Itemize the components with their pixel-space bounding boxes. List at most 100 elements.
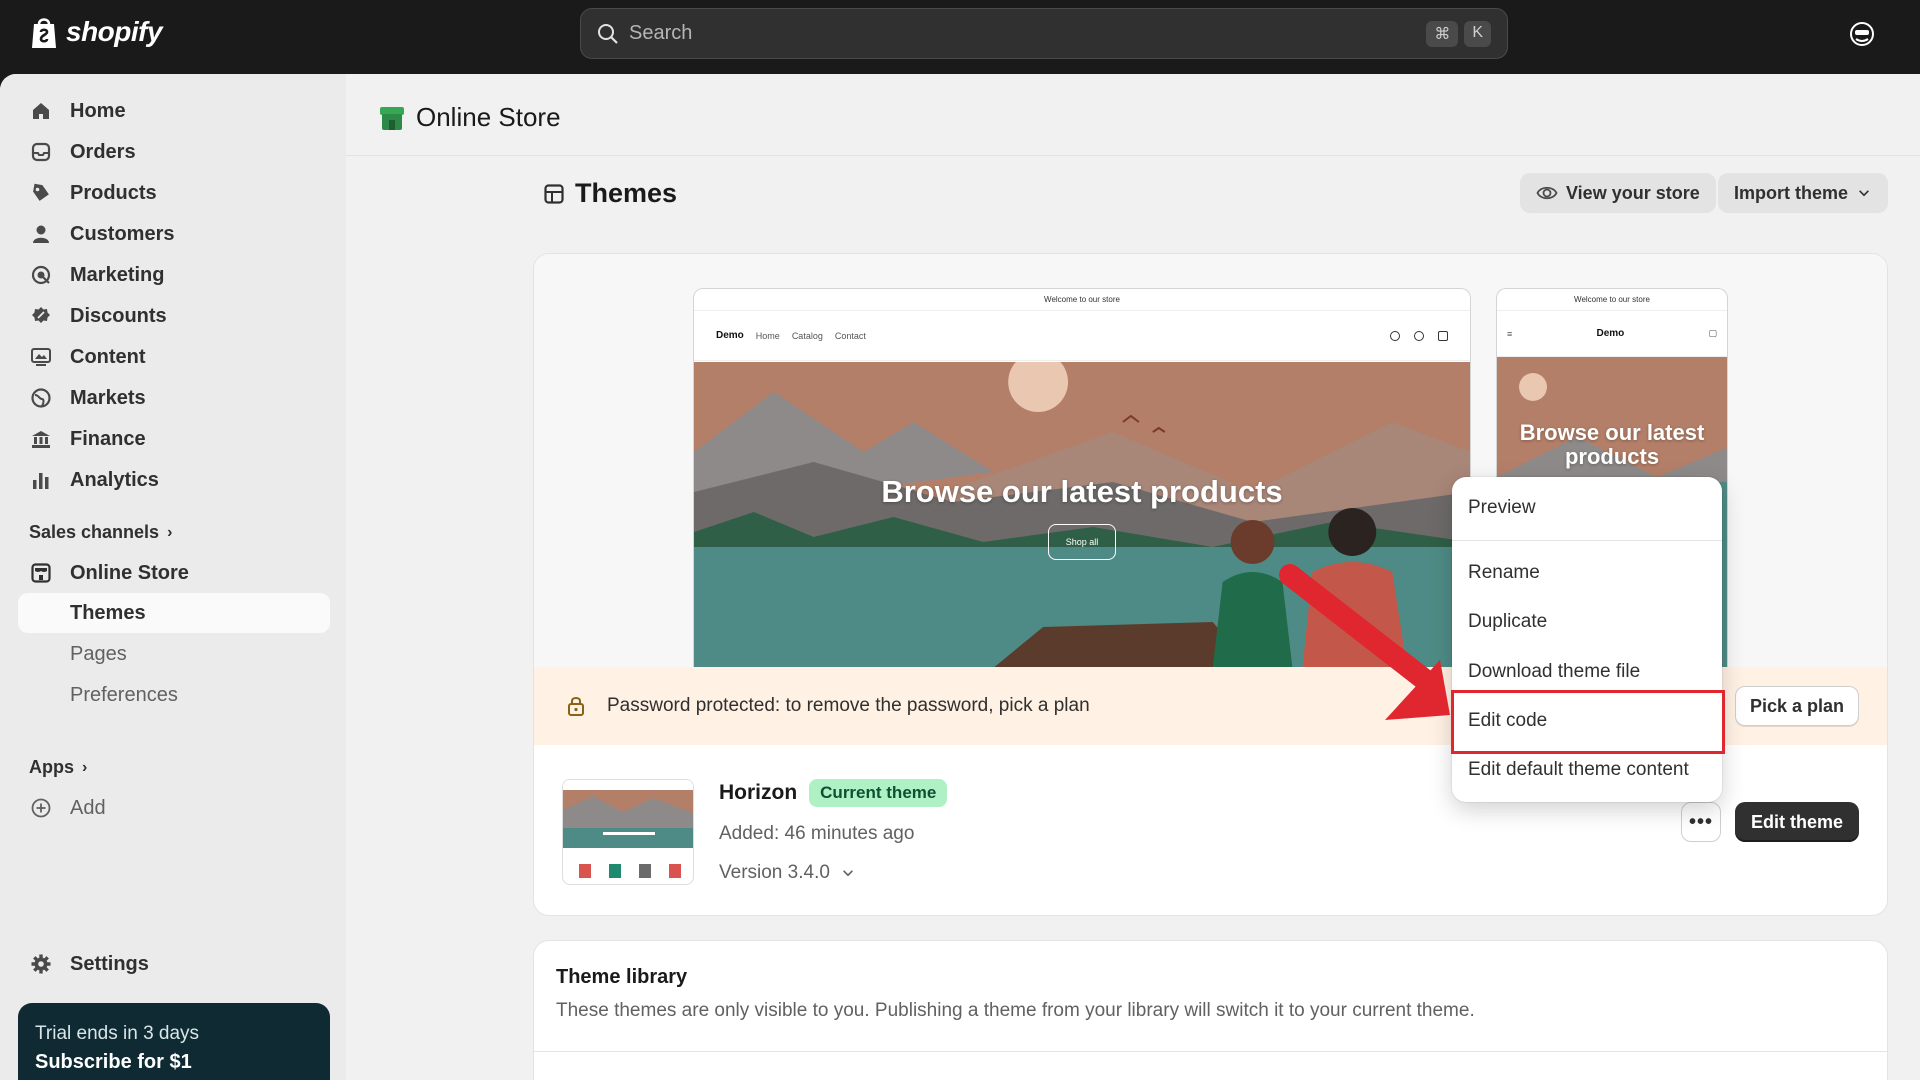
- target-icon: [31, 265, 51, 285]
- theme-icon: [544, 183, 564, 204]
- preview-hero-text: Browse our latest products: [881, 474, 1283, 509]
- thumbnail-illustration: [563, 780, 693, 878]
- sidebar-item-label: Online Store: [70, 561, 189, 584]
- cart-icon: [1438, 330, 1448, 341]
- preview-nav-catalog: Catalog: [791, 330, 823, 341]
- brand-name: shopify: [66, 16, 163, 47]
- sidebar-item-customers[interactable]: Customers: [18, 214, 330, 254]
- sidebar-item-markets[interactable]: Markets: [18, 378, 330, 418]
- theme-library-subtitle: These themes are only visible to you. Pu…: [556, 1000, 1475, 1021]
- sidebar-item-finance[interactable]: Finance: [18, 419, 330, 459]
- shopify-logo[interactable]: shopify: [28, 14, 163, 50]
- preview-brand: Demo: [716, 330, 744, 341]
- theme-version: Version 3.4.0: [719, 862, 830, 883]
- menu-item-download-theme[interactable]: Download theme file: [1452, 650, 1722, 694]
- themes-title-text: Themes: [575, 178, 678, 208]
- menu-item-edit-default-content[interactable]: Edit default theme content: [1452, 748, 1722, 792]
- sidebar-subitem-label: Pages: [70, 642, 127, 665]
- page-title: Online Store: [378, 102, 561, 133]
- bank-icon: [32, 431, 50, 448]
- sidebar-item-marketing[interactable]: Marketing: [18, 255, 330, 295]
- sidebar-subitem-label: Preferences: [70, 683, 178, 706]
- bar-chart-icon: [33, 473, 49, 489]
- home-icon: [33, 103, 49, 119]
- sidebar-subitem-preferences[interactable]: Preferences: [18, 675, 330, 715]
- password-banner-text: Password protected: to remove the passwo…: [607, 695, 1090, 716]
- chevron-right-icon: ›: [167, 523, 173, 541]
- sidebar-item-analytics[interactable]: Analytics: [18, 460, 330, 500]
- sidebar-item-settings[interactable]: Settings: [18, 944, 330, 984]
- search-placeholder: Search: [629, 22, 693, 44]
- menu-icon: ≡: [1507, 328, 1513, 339]
- sidebar-subitem-themes[interactable]: Themes: [18, 593, 330, 633]
- preview-nav-home: Home: [755, 330, 780, 341]
- divider: [533, 1051, 1887, 1052]
- sidebar-item-label: Finance: [70, 427, 146, 450]
- theme-version-selector[interactable]: Version 3.4.0: [719, 862, 856, 884]
- preview-nav-icons: [1390, 330, 1448, 341]
- preview-shop-all-button: Shop all: [1048, 524, 1116, 560]
- themes-title: Themes: [543, 178, 677, 209]
- menu-item-preview[interactable]: Preview: [1452, 486, 1722, 530]
- more-actions-button[interactable]: •••: [1681, 802, 1721, 842]
- content-icon: [31, 348, 51, 366]
- sales-channels-label: Sales channels: [29, 522, 160, 542]
- current-theme-badge: Current theme: [809, 779, 948, 807]
- menu-item-duplicate[interactable]: Duplicate: [1452, 600, 1722, 644]
- sidebar-item-label: Customers: [70, 222, 175, 245]
- store-avatar-icon[interactable]: [1848, 20, 1876, 48]
- apps-header[interactable]: Apps ›: [29, 757, 87, 778]
- edit-code-highlight: [1451, 690, 1725, 754]
- chevron-down-icon: [1859, 190, 1869, 197]
- sidebar-item-content[interactable]: Content: [18, 337, 330, 377]
- menu-separator: [1452, 540, 1722, 541]
- sidebar-item-orders[interactable]: Orders: [18, 132, 330, 172]
- menu-item-rename[interactable]: Rename: [1452, 551, 1722, 595]
- mobile-preview-brand: Demo: [1596, 328, 1625, 339]
- preview-nav: Demo Home Catalog Contact: [694, 311, 1470, 361]
- sidebar-item-label: Analytics: [70, 468, 159, 491]
- sidebar-item-label: Home: [70, 99, 126, 122]
- page-header: Online Store: [346, 74, 1920, 156]
- search-shortcut: ⌘ K: [1426, 20, 1491, 47]
- search-icon: [1390, 330, 1400, 341]
- trial-text: Trial ends in 3 days: [35, 1023, 200, 1044]
- discount-icon: [32, 307, 50, 323]
- sidebar-subitem-pages[interactable]: Pages: [18, 634, 330, 674]
- edit-theme-button[interactable]: Edit theme: [1735, 802, 1859, 842]
- plus-circle-icon: [31, 798, 51, 818]
- trial-banner[interactable]: Trial ends in 3 days Subscribe for $1: [18, 1003, 330, 1080]
- eye-icon: [1536, 186, 1558, 200]
- pick-plan-button[interactable]: Pick a plan: [1735, 686, 1859, 726]
- sidebar-subitem-label: Themes: [70, 601, 146, 624]
- sidebar-item-label: Markets: [70, 386, 146, 409]
- theme-thumbnail[interactable]: [562, 779, 694, 885]
- chevron-right-icon: ›: [82, 758, 88, 776]
- view-store-button[interactable]: View your store: [1520, 173, 1716, 213]
- top-bar: shopify Search ⌘ K: [0, 0, 1920, 74]
- preview-nav-contact: Contact: [834, 330, 866, 341]
- import-theme-button[interactable]: Import theme: [1718, 173, 1889, 213]
- sidebar-item-label: Settings: [70, 952, 149, 975]
- cart-icon: ▢: [1708, 328, 1717, 338]
- sidebar-item-add-app[interactable]: Add: [18, 788, 330, 828]
- search-input[interactable]: Search ⌘ K: [580, 8, 1508, 59]
- gear-icon: [31, 954, 51, 974]
- view-store-label: View your store: [1566, 182, 1700, 203]
- chevron-down-icon: [842, 870, 853, 877]
- theme-library-title: Theme library: [556, 966, 688, 988]
- sidebar: Home Orders Products Customers Marketing…: [0, 74, 346, 1080]
- sidebar-item-online-store[interactable]: Online Store: [18, 553, 330, 593]
- sales-channels-header[interactable]: Sales channels ›: [29, 522, 172, 543]
- sidebar-item-discounts[interactable]: Discounts: [18, 296, 330, 336]
- sidebar-item-label: Add: [70, 796, 106, 819]
- sidebar-item-products[interactable]: Products: [18, 173, 330, 213]
- globe-icon: [31, 388, 51, 408]
- shopify-bag-icon: [32, 18, 56, 48]
- subscribe-cta[interactable]: Subscribe for $1: [35, 1051, 313, 1074]
- store-icon: [31, 563, 51, 583]
- sidebar-item-label: Discounts: [70, 304, 167, 327]
- sidebar-item-home[interactable]: Home: [18, 91, 330, 131]
- person-icon: [33, 225, 49, 243]
- desktop-preview[interactable]: Welcome to our store Demo Home Catalog C…: [693, 288, 1471, 667]
